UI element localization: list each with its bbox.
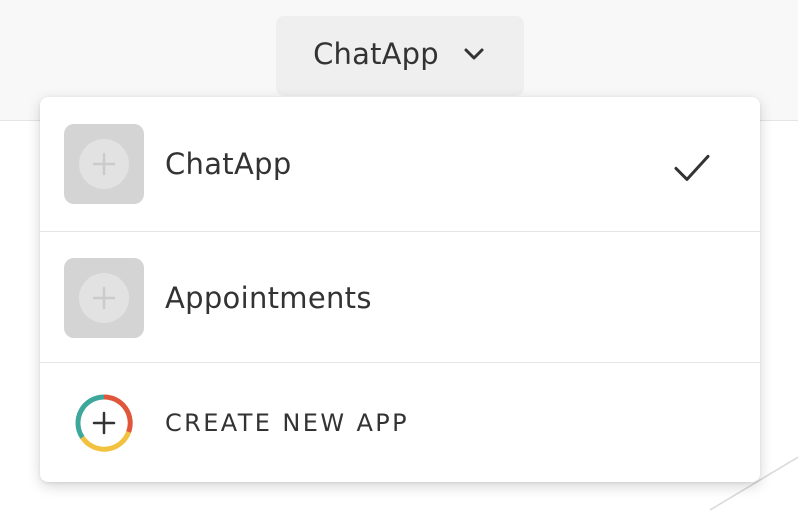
app-switcher-label: ChatApp — [313, 37, 439, 71]
app-placeholder-plus-icon — [64, 124, 144, 204]
app-switcher-button[interactable]: ChatApp — [276, 16, 524, 96]
chevron-down-icon — [461, 41, 487, 67]
app-name-appointments: Appointments — [165, 280, 372, 315]
checkmark-icon — [670, 146, 714, 190]
app-dropdown-menu: ChatApp Appointments CREATE NEW APP — [40, 97, 760, 482]
app-name-chatapp: ChatApp — [165, 147, 292, 181]
dropdown-item-chatapp[interactable]: ChatApp — [40, 97, 760, 232]
create-new-app-label: CREATE NEW APP — [165, 409, 410, 437]
app-placeholder-plus-icon — [64, 257, 144, 338]
dropdown-item-appointments[interactable]: Appointments — [40, 233, 760, 363]
create-new-app-button[interactable]: CREATE NEW APP — [40, 364, 760, 482]
multicolor-plus-circle-icon — [72, 391, 136, 455]
